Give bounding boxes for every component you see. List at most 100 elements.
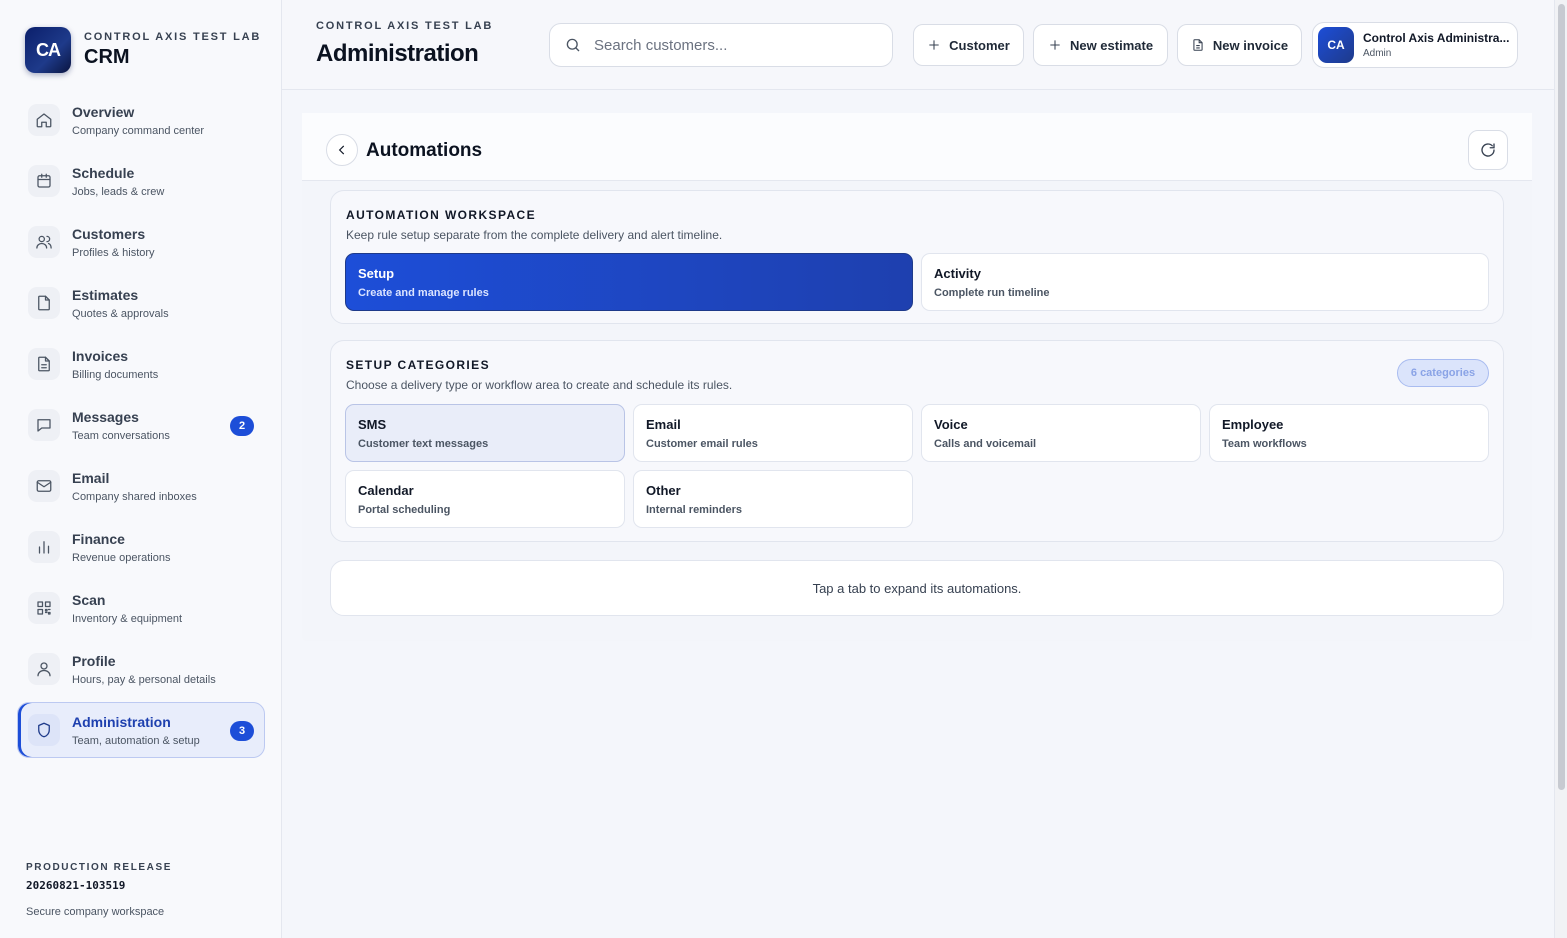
card-header: Automations <box>302 113 1532 181</box>
brand-org: CONTROL AXIS TEST LAB <box>84 31 262 43</box>
avatar: CA <box>1318 27 1354 63</box>
search-icon <box>566 38 580 52</box>
refresh-icon <box>1481 143 1495 157</box>
category-sub: Customer text messages <box>358 438 489 450</box>
category-label: Voice <box>934 417 968 432</box>
sidebar-item-profile[interactable]: Profile Hours, pay & personal details <box>17 641 265 697</box>
shield-icon <box>28 714 60 746</box>
category-label: Employee <box>1222 417 1284 432</box>
sidebar-item-finance[interactable]: Finance Revenue operations <box>17 519 265 575</box>
sidebar-item-label: Administration <box>72 713 171 730</box>
categories-count-badge: 6 categories <box>1397 359 1489 387</box>
plus-icon <box>929 40 939 50</box>
sidebar-item-label: Email <box>72 469 110 486</box>
category-sub: Customer email rules <box>646 438 758 450</box>
category-other[interactable]: Other Internal reminders <box>633 470 913 528</box>
brand[interactable]: CA CONTROL AXIS TEST LAB CRM <box>25 27 261 73</box>
category-label: SMS <box>358 417 387 432</box>
category-email[interactable]: Email Customer email rules <box>633 404 913 462</box>
sidebar-item-messages[interactable]: Messages Team conversations 2 <box>17 397 265 453</box>
setup-categories-panel: SETUP CATEGORIES Choose a delivery type … <box>330 340 1504 542</box>
sidebar-nav: Overview Company command center Schedule J… <box>17 92 265 763</box>
sidebar-item-sub: Team conversations <box>72 429 170 442</box>
add-customer-label: Customer <box>949 37 1010 53</box>
sidebar-item-scan[interactable]: Scan Inventory & equipment <box>17 580 265 636</box>
tab-sub: Complete run timeline <box>934 287 1050 299</box>
file-icon <box>28 287 60 319</box>
sidebar-item-sub: Company command center <box>72 124 205 137</box>
sidebar-item-sub: Inventory & equipment <box>72 612 183 625</box>
category-voice[interactable]: Voice Calls and voicemail <box>921 404 1201 462</box>
chevron-left-icon <box>338 145 345 155</box>
user-icon <box>28 653 60 685</box>
chat-icon <box>28 409 60 441</box>
tab-setup[interactable]: Setup Create and manage rules <box>345 253 913 311</box>
expand-hint: Tap a tab to expand its automations. <box>330 560 1504 616</box>
sidebar-item-label: Overview <box>72 103 135 120</box>
category-sub: Calls and voicemail <box>934 438 1037 450</box>
tab-activity[interactable]: Activity Complete run timeline <box>921 253 1489 311</box>
automations-card: Automations AUTOMATION WORKSPACE Keep ru… <box>302 113 1532 641</box>
category-calendar[interactable]: Calendar Portal scheduling <box>345 470 625 528</box>
top-org: CONTROL AXIS TEST LAB <box>316 20 494 32</box>
new-estimate-button[interactable]: New estimate <box>1033 24 1168 66</box>
tab-label: Activity <box>934 266 981 281</box>
sidebar-item-administration[interactable]: Administration Team, automation & setup 3 <box>17 702 265 758</box>
page-scrollbar[interactable] <box>1554 0 1567 938</box>
category-label: Calendar <box>358 483 414 498</box>
users-icon <box>28 226 60 258</box>
category-employee[interactable]: Employee Team workflows <box>1209 404 1489 462</box>
refresh-button[interactable] <box>1468 130 1508 170</box>
category-sub: Team workflows <box>1222 438 1307 450</box>
sidebar-item-email[interactable]: Email Company shared inboxes <box>17 458 265 514</box>
sidebar-item-estimates[interactable]: Estimates Quotes & approvals <box>17 275 265 331</box>
document-icon <box>1193 39 1203 51</box>
sidebar-item-sub: Billing documents <box>72 368 159 381</box>
new-invoice-button[interactable]: New invoice <box>1177 24 1302 66</box>
qr-icon <box>28 592 60 624</box>
document-icon <box>28 348 60 380</box>
sidebar-item-label: Customers <box>72 225 146 242</box>
plus-icon <box>1050 40 1060 50</box>
sidebar-item-customers[interactable]: Customers Profiles & history <box>17 214 265 270</box>
sidebar-item-label: Estimates <box>72 286 139 303</box>
scrollbar-thumb[interactable] <box>1558 4 1565 790</box>
sidebar-item-sub: Team, automation & setup <box>72 734 200 747</box>
sidebar: CA CONTROL AXIS TEST LAB CRM Overview Com… <box>0 0 282 938</box>
search-input[interactable] <box>594 36 874 54</box>
sidebar-item-sub: Quotes & approvals <box>72 307 169 320</box>
user-menu[interactable]: CA Control Axis Administra... Admin <box>1312 22 1518 68</box>
sidebar-item-sub: Hours, pay & personal details <box>72 673 216 686</box>
tab-sub: Create and manage rules <box>358 287 489 299</box>
sidebar-item-sub: Jobs, leads & crew <box>72 185 165 198</box>
sidebar-item-overview[interactable]: Overview Company command center <box>17 92 265 148</box>
page-title: Administration <box>316 40 479 67</box>
category-sms[interactable]: SMS Customer text messages <box>345 404 625 462</box>
sidebar-item-label: Messages <box>72 408 139 425</box>
calendar-icon <box>28 165 60 197</box>
back-button[interactable] <box>326 134 358 166</box>
sidebar-item-label: Scan <box>72 591 106 608</box>
search-box[interactable] <box>549 23 893 67</box>
topbar: CONTROL AXIS TEST LAB Administration Cus… <box>282 0 1554 90</box>
sidebar-item-sub: Revenue operations <box>72 551 171 564</box>
sidebar-item-sub: Company shared inboxes <box>72 490 197 503</box>
brand-app-name: CRM <box>84 46 130 68</box>
panel-title: SETUP CATEGORIES <box>346 358 490 372</box>
sidebar-item-sub: Profiles & history <box>72 246 155 259</box>
section-title: Automations <box>366 140 483 161</box>
category-sub: Portal scheduling <box>358 504 451 516</box>
tab-label: Setup <box>358 266 395 281</box>
panel-description: Keep rule setup separate from the comple… <box>346 228 723 242</box>
new-estimate-label: New estimate <box>1069 37 1154 53</box>
unread-badge: 2 <box>230 416 254 436</box>
sidebar-item-schedule[interactable]: Schedule Jobs, leads & crew <box>17 153 265 209</box>
sidebar-item-invoices[interactable]: Invoices Billing documents <box>17 336 265 392</box>
user-role: Admin <box>1363 48 1392 59</box>
sidebar-item-label: Finance <box>72 530 125 547</box>
category-label: Other <box>646 483 681 498</box>
add-customer-button[interactable]: Customer <box>913 24 1024 66</box>
automation-workspace-panel: AUTOMATION WORKSPACE Keep rule setup sep… <box>330 190 1504 324</box>
panel-description: Choose a delivery type or workflow area … <box>346 378 733 392</box>
category-sub: Internal reminders <box>646 504 742 516</box>
